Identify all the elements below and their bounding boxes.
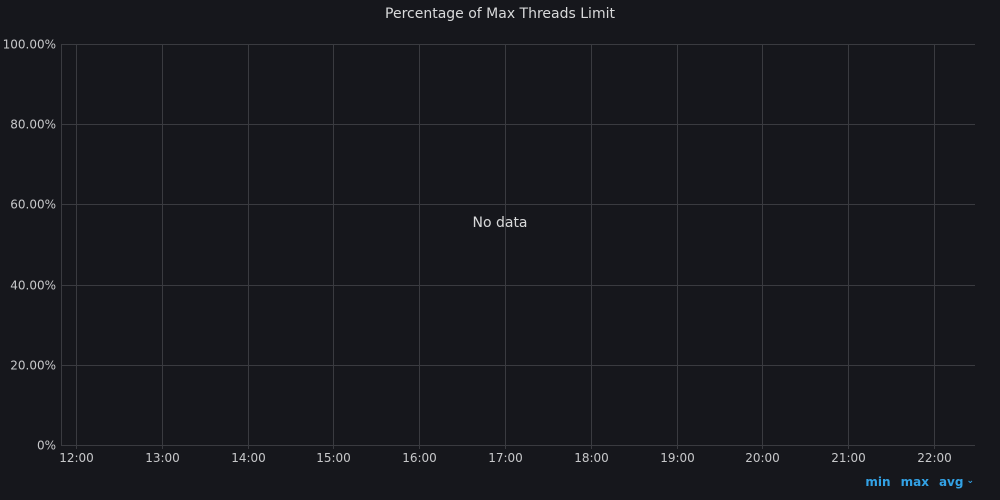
x-tick-label: 19:00 [660,451,695,465]
legend-min-label: min [865,475,891,489]
x-tick-label: 13:00 [145,451,180,465]
y-tick-label: 100.00% [3,38,56,52]
legend-avg-column[interactable]: avg ⌄ [939,475,974,489]
x-tick-label: 14:00 [231,451,266,465]
x-tick-label: 18:00 [574,451,609,465]
legend-max-label: max [900,475,929,489]
chevron-down-icon: ⌄ [966,476,974,486]
x-tick-label: 22:00 [917,451,952,465]
chart-area[interactable]: 0% 20.00% 40.00% 60.00% 80.00% 100.00% 12:00 13… [0,0,1000,500]
y-tick-label: 40.00% [10,279,56,293]
x-tick-label: 12:00 [59,451,94,465]
y-tick-label: 20.00% [10,359,56,373]
legend-max-column[interactable]: max [901,475,929,489]
y-tick-label: 0% [37,439,56,453]
x-tick-label: 16:00 [402,451,437,465]
y-tick-label: 60.00% [10,198,56,212]
no-data-message: No data [472,215,527,231]
graph-panel: Percentage of Max Threads Limit 0% 20.00%… [0,0,1000,500]
y-tick-label: 80.00% [10,118,56,132]
legend-stats: min max avg ⌄ [865,475,974,489]
legend-min-column[interactable]: min [865,475,890,489]
x-tick-label: 21:00 [831,451,866,465]
x-tick-label: 15:00 [316,451,351,465]
x-tick-label: 17:00 [488,451,523,465]
legend-avg-label: avg [938,475,964,489]
x-tick-label: 20:00 [745,451,780,465]
